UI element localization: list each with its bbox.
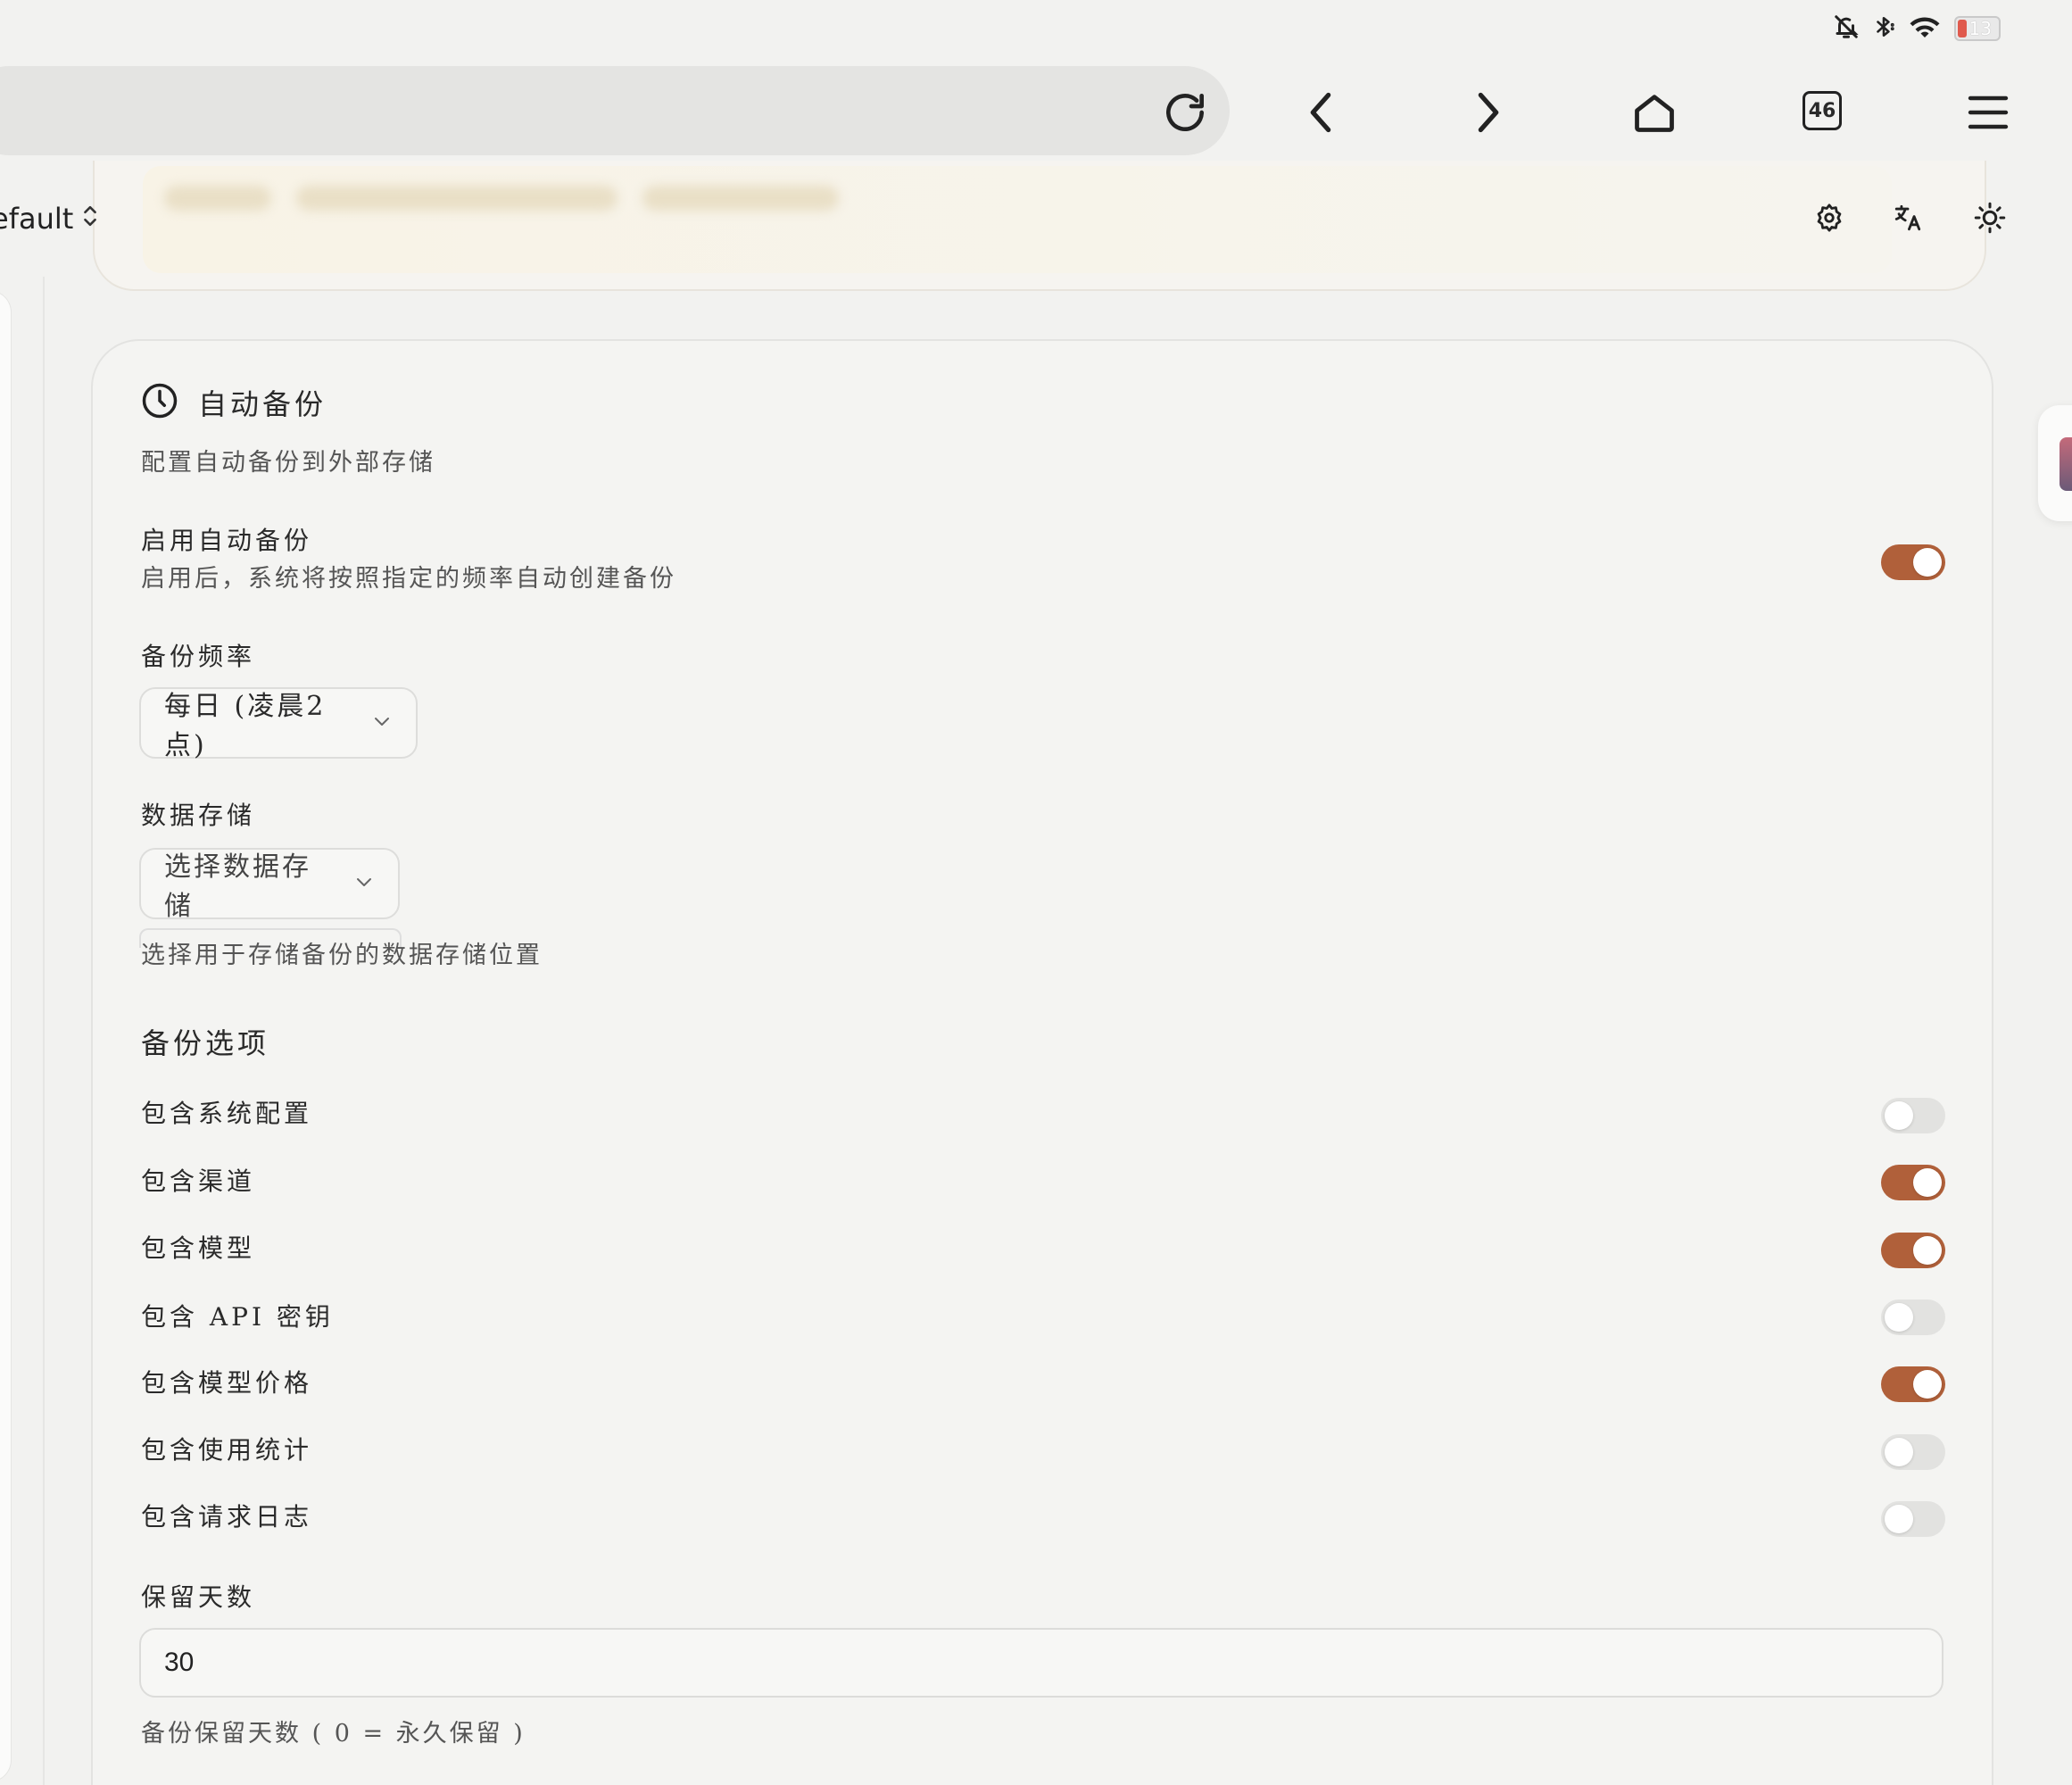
chevron-down-icon [371,710,393,735]
option-label: 包含模型价格 [141,1368,313,1398]
option-toggle-request-logs[interactable] [1881,1501,1945,1537]
retention-label: 保留天数 [141,1582,256,1612]
chevron-down-icon [353,871,375,896]
enable-backup-label: 启用自动备份 [141,526,313,555]
card-title: 自动备份 [198,387,327,421]
option-label: 包含请求日志 [141,1502,313,1532]
enable-backup-toggle[interactable] [1881,544,1945,580]
tab-count: 46 [1808,99,1836,122]
announcement-banner [143,166,1892,273]
back-icon[interactable] [1296,87,1346,137]
option-label: 包含 API 密钥 [141,1302,334,1332]
auto-backup-card [91,339,1993,1785]
status-icons: 13 [1833,12,2001,45]
option-label: 包含渠道 [141,1166,256,1196]
theme-select[interactable]: efault [0,202,98,236]
frequency-select-value: 每日 (凌晨2点) [164,691,327,761]
status-bar: 13 [0,0,2072,57]
option-label: 包含系统配置 [141,1099,313,1128]
storage-select-placeholder: 选择数据存储 [164,851,311,922]
content-divider [43,277,45,1785]
bell-off-icon [1833,12,1860,45]
option-label: 包含使用统计 [141,1435,313,1465]
home-icon[interactable] [1629,87,1679,137]
options-heading: 备份选项 [141,1026,270,1060]
option-toggle-model-prices[interactable] [1881,1366,1945,1402]
sidebar-edge [0,291,11,1781]
enable-backup-description: 启用后，系统将按照指定的频率自动创建备份 [141,565,676,593]
floating-assistant-tab[interactable] [2038,405,2072,521]
wifi-icon [1908,13,1942,44]
menu-icon[interactable] [1963,87,2013,137]
storage-select[interactable]: 选择数据存储 [139,848,400,922]
translate-icon[interactable] [1888,198,1927,237]
option-toggle-usage-stats[interactable] [1881,1434,1945,1470]
option-label: 包含模型 [141,1233,256,1263]
frequency-select[interactable]: 每日 (凌晨2点) [139,687,418,761]
retention-hint: 备份保留天数 ( 0 = 永久保留 ) [141,1720,526,1748]
bluetooth-icon [1872,12,1895,45]
battery-level: 13 [1968,18,1992,39]
settings-icon[interactable] [1810,198,1849,237]
forward-icon[interactable] [1463,87,1513,137]
option-toggle-api-keys[interactable] [1881,1299,1945,1335]
retention-days-input[interactable]: 30 [139,1628,1944,1698]
battery-icon: 13 [1954,16,2001,41]
card-description: 配置自动备份到外部存储 [141,449,435,477]
frequency-label: 备份频率 [141,642,256,671]
address-bar[interactable] [0,66,1230,155]
storage-label: 数据存储 [141,801,256,830]
theme-select-value: efault [0,202,74,236]
option-toggle-system-config[interactable] [1881,1098,1945,1133]
reload-icon[interactable] [1160,87,1210,137]
retention-days-value: 30 [164,1648,195,1677]
option-toggle-channels[interactable] [1881,1165,1945,1200]
sun-icon[interactable] [1970,198,2010,237]
card-header: 自动备份 [141,382,327,423]
tabs-icon[interactable]: 46 [1803,91,1842,130]
chevron-up-down-icon [82,202,98,236]
storage-hint: 选择用于存储备份的数据存储位置 [141,942,543,969]
clock-icon [141,382,178,423]
option-toggle-models[interactable] [1881,1233,1945,1268]
